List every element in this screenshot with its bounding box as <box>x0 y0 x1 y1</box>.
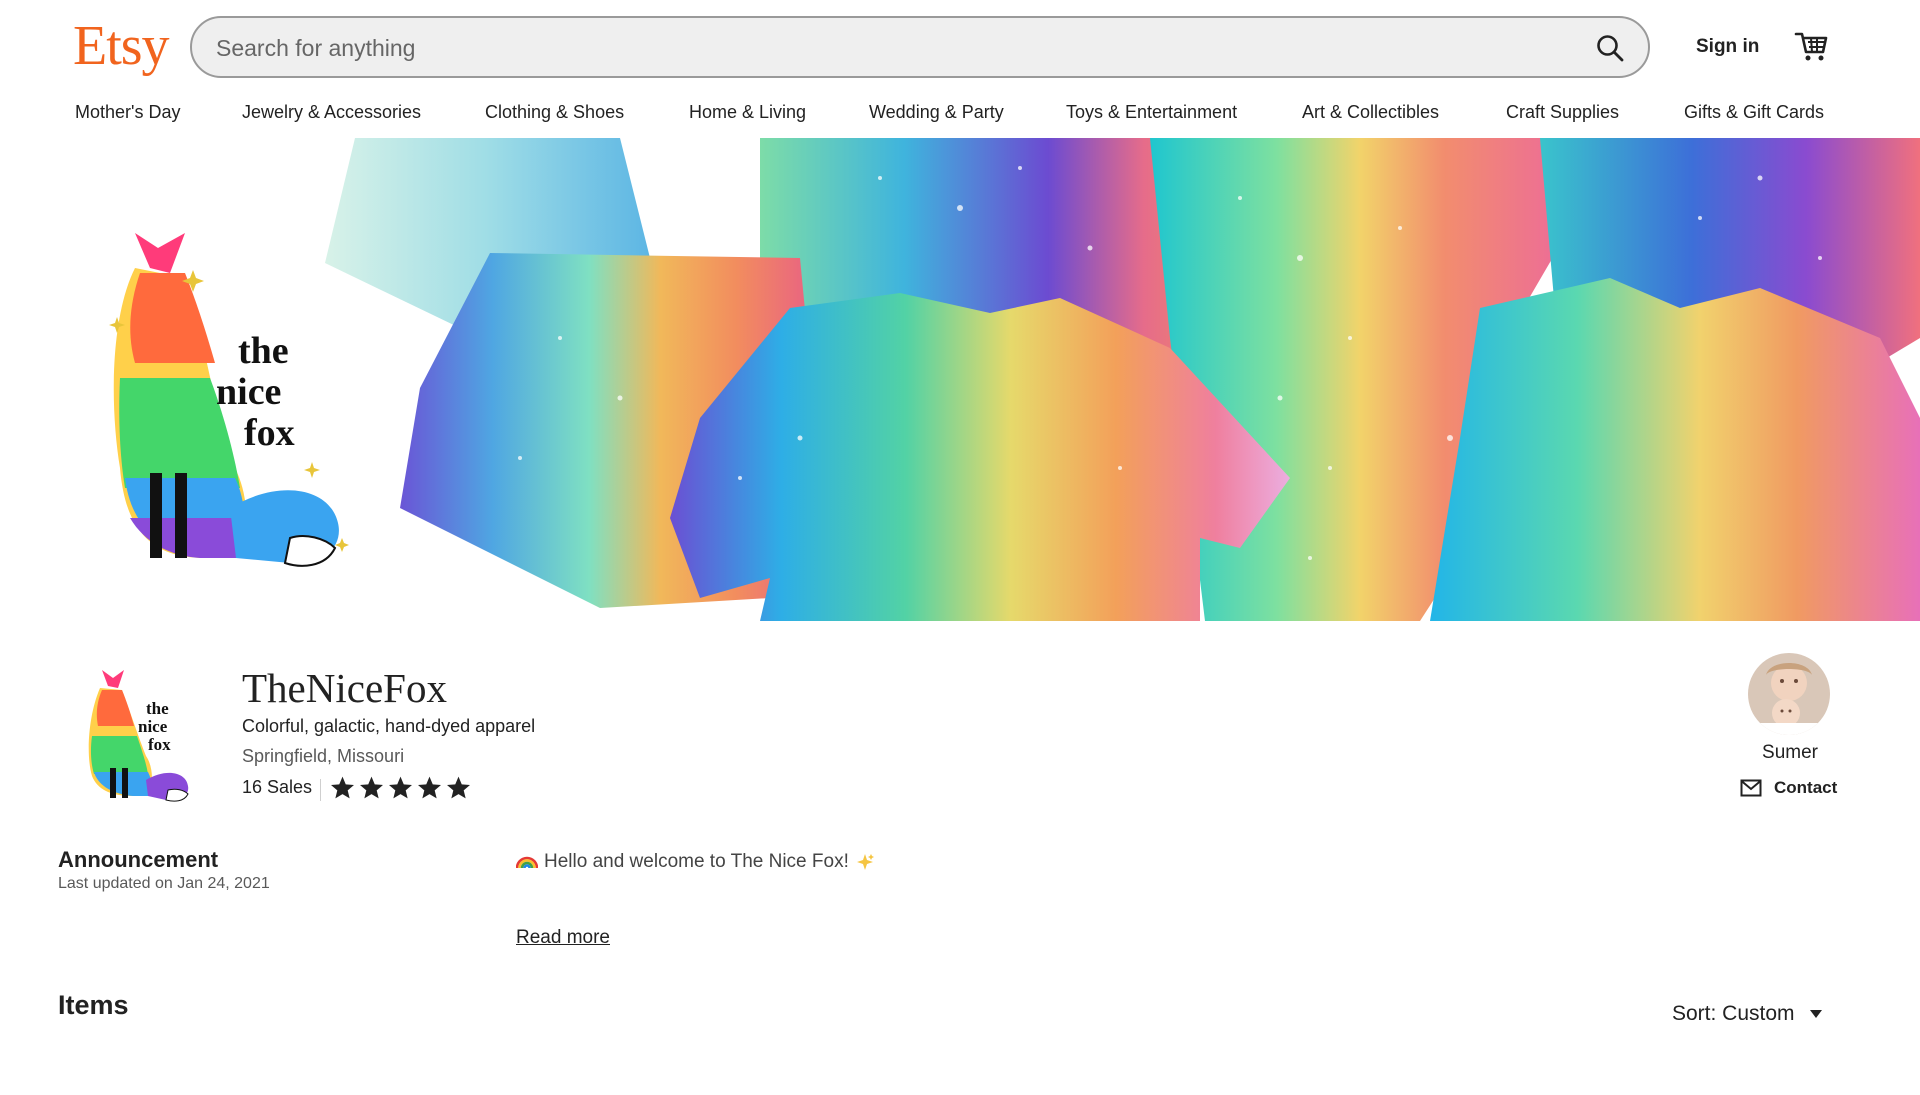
sign-in-link[interactable]: Sign in <box>1696 36 1759 58</box>
shop-location: Springfield, Missouri <box>242 746 405 766</box>
announcement-updated: Last updated on Jan 24, 2021 <box>58 875 270 892</box>
search-input[interactable] <box>214 28 1558 68</box>
mail-icon <box>1740 779 1762 797</box>
owner-photo <box>1748 653 1830 735</box>
sales-divider <box>320 779 321 801</box>
nav-item-toys-entertainment[interactable]: Toys & Entertainment <box>1066 102 1237 123</box>
star-icon <box>360 776 383 799</box>
cart-icon[interactable] <box>1794 28 1830 64</box>
announcement-message: Hello and welcome to The Nice Fox! <box>544 851 849 872</box>
nav-item-gifts-gift-cards[interactable]: Gifts & Gift Cards <box>1684 102 1824 123</box>
category-nav: Mother's Day Jewelry & Accessories Cloth… <box>0 96 1920 138</box>
search-icon <box>1597 35 1624 62</box>
nav-item-wedding-party[interactable]: Wedding & Party <box>869 102 1004 123</box>
nav-item-craft-supplies[interactable]: Craft Supplies <box>1506 102 1619 123</box>
contact-label: Contact <box>1774 778 1838 797</box>
search-bar <box>190 16 1650 78</box>
banner-logo-line-1: the <box>238 330 289 372</box>
sort-dropdown[interactable]: Sort: Custom <box>1672 1002 1823 1026</box>
contact-button[interactable]: Contact <box>1740 778 1837 798</box>
caret-down-icon <box>1809 1010 1822 1018</box>
nav-item-jewelry-accessories[interactable]: Jewelry & Accessories <box>242 102 421 123</box>
owner-avatar[interactable] <box>1748 653 1830 735</box>
banner-photo: the nice fox <box>0 138 1920 621</box>
owner-name[interactable]: Sumer <box>1760 742 1820 764</box>
banner-logo-line-2: nice <box>216 371 281 413</box>
svg-text:fox: fox <box>148 735 171 754</box>
sort-label: Sort: Custom <box>1672 1002 1795 1025</box>
site-header: Etsy Sign in <box>0 0 1920 96</box>
nav-item-art-collectibles[interactable]: Art & Collectibles <box>1302 102 1439 123</box>
announcement-text: Hello and welcome to The Nice Fox! <box>516 851 875 873</box>
star-icon <box>389 776 412 799</box>
shop-sales-count[interactable]: 16 Sales <box>242 777 312 798</box>
shop-name: TheNiceFox <box>242 665 447 711</box>
items-heading: Items <box>58 990 129 1020</box>
banner-logo-line-3: fox <box>244 412 295 454</box>
shop-rating[interactable] <box>329 775 472 801</box>
etsy-logo[interactable]: Etsy <box>73 14 170 78</box>
rainbow-icon <box>516 856 538 869</box>
star-icon <box>331 776 354 799</box>
announcement-title: Announcement <box>58 847 219 872</box>
svg-text:the: the <box>146 699 169 718</box>
nav-item-home-living[interactable]: Home & Living <box>689 102 806 123</box>
search-button[interactable] <box>1590 28 1630 68</box>
read-more-link[interactable]: Read more <box>516 927 610 949</box>
star-icon <box>447 776 470 799</box>
nav-item-clothing-shoes[interactable]: Clothing & Shoes <box>485 102 624 123</box>
svg-text:nice: nice <box>138 717 168 736</box>
shop-banner: the nice fox <box>0 138 1920 621</box>
sparkles-icon <box>856 854 874 870</box>
shop-logo: the nice fox <box>58 656 208 808</box>
nav-item-mothers-day[interactable]: Mother's Day <box>75 102 180 123</box>
shop-logo-image: the nice fox <box>58 656 208 808</box>
star-icon <box>418 776 441 799</box>
shop-tagline: Colorful, galactic, hand-dyed apparel <box>242 716 536 736</box>
